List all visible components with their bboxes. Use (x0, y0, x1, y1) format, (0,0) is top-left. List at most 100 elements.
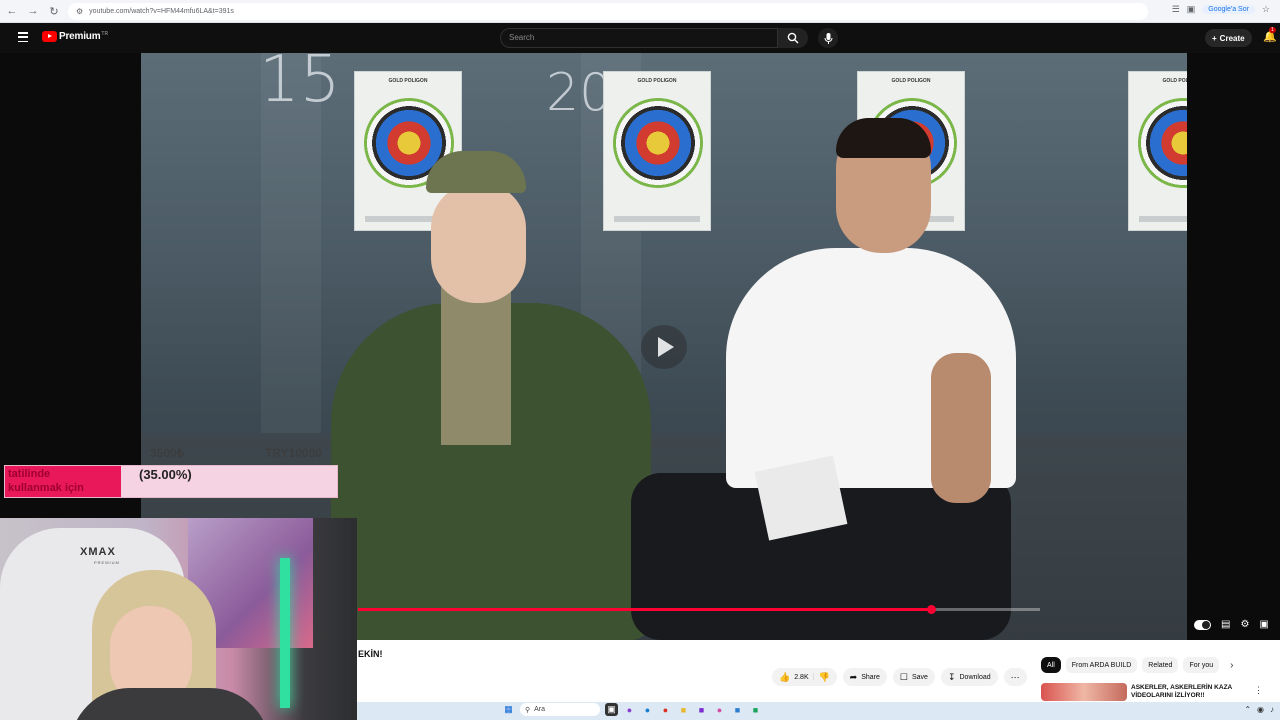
more-horizontal-icon: ⋯ (1010, 671, 1020, 682)
recommended-thumbnail[interactable] (1041, 683, 1127, 701)
target-header: GOLD POLIGON (388, 78, 428, 84)
voice-search-button[interactable] (818, 28, 838, 48)
youtube-logo[interactable]: Premium TR (42, 31, 108, 42)
system-tray: ⌃ ◉ ♪ (1244, 705, 1274, 714)
create-label: Create (1219, 33, 1245, 43)
taskbar-apps: ▦ ⚲ Ara ▣ ● ● ● ■ ■ ● ■ ■ (502, 703, 762, 716)
scrubber-handle[interactable] (926, 605, 936, 614)
chip-related[interactable]: Related (1142, 657, 1179, 673)
player-controls-right: ▤ ⚙ ▣ (1194, 619, 1269, 630)
target-header: GOLD POLIGON (1162, 78, 1187, 84)
chevron-up-icon[interactable]: ⌃ (1244, 705, 1251, 714)
search-button[interactable] (778, 28, 808, 48)
volume-icon[interactable]: ♪ (1270, 705, 1274, 714)
target-header: GOLD POLIGON (637, 78, 677, 84)
download-button[interactable]: ↧ Download (940, 668, 998, 686)
app-icon[interactable]: ■ (731, 703, 744, 716)
subtitles-icon[interactable]: ▤ (1221, 619, 1230, 630)
autoplay-toggle[interactable] (1194, 619, 1211, 630)
chevron-right-icon[interactable]: › (1230, 660, 1233, 671)
shooting-target: GOLD POLIGON (1128, 71, 1187, 231)
notifications-button[interactable]: 🔔 1 (1263, 27, 1277, 43)
bookmark-star-icon[interactable]: ☆ (1262, 4, 1270, 15)
address-text: youtube.com/watch?v=HFM44mfu6LA&t=391s (89, 8, 234, 15)
youtube-header: Premium TR Search + Create 🔔 1 (0, 23, 1280, 53)
task-view-icon[interactable]: ▣ (605, 703, 618, 716)
youtube-play-logo-icon (42, 31, 57, 42)
recommendation-chips: All From ARDA BUILD Related For you › (1041, 657, 1234, 673)
miniplayer-icon[interactable]: ▣ (1259, 619, 1268, 630)
chip-for-you[interactable]: For you (1183, 657, 1220, 673)
chair-sub-brand: PREMIUM (94, 560, 120, 565)
search-icon: ⚲ (525, 706, 531, 714)
forward-icon[interactable]: → (24, 2, 42, 20)
edge-browser-icon[interactable]: ● (641, 703, 654, 716)
video-progress-bar[interactable] (358, 605, 1040, 614)
like-button[interactable]: 👍 2.8K | 👎 (772, 668, 837, 686)
create-button[interactable]: + Create (1205, 29, 1252, 47)
recommended-video[interactable]: ASKERLER, ASKERLERİN KAZA VİDEOLARINI İZ… (1041, 683, 1271, 701)
browser-toolbar: ← → ↻ ⚙ youtube.com/watch?v=HFM44mfu6LA&… (0, 0, 1280, 23)
recommended-title[interactable]: ASKERLER, ASKERLERİN KAZA VİDEOLARINI İZ… (1131, 684, 1251, 700)
save-icon: ☐ (899, 671, 908, 682)
play-icon[interactable] (641, 325, 687, 369)
chip-from-channel[interactable]: From ARDA BUILD (1065, 657, 1138, 673)
more-vertical-icon[interactable]: ⋮ (1254, 685, 1263, 696)
taskbar-search[interactable]: ⚲ Ara (520, 703, 600, 716)
donation-goal-amount: TRY10000 (265, 446, 322, 460)
video-actions: 👍 2.8K | 👎 ➦ Share ☐ Save ↧ Download ⋯ (772, 668, 1027, 686)
bell-icon: 🔔 (1263, 31, 1277, 43)
reload-icon[interactable]: ↻ (45, 2, 63, 20)
save-label: Save (911, 673, 928, 681)
neon-light (280, 558, 290, 708)
search-input[interactable]: Search (500, 28, 778, 48)
chip-all[interactable]: All (1041, 657, 1061, 673)
app-icon[interactable]: ■ (749, 703, 762, 716)
taskbar-search-placeholder: Ara (534, 706, 546, 713)
like-count: 2.8K (794, 673, 809, 681)
back-icon[interactable]: ← (3, 2, 21, 20)
ask-google-button[interactable]: Google'a Sor (1202, 5, 1255, 14)
donation-goal-widget: tatilinde kullanmak için (35.00%) (4, 465, 338, 498)
install-icon[interactable]: ▣ (1187, 4, 1196, 15)
plus-icon: + (1212, 33, 1217, 43)
share-button[interactable]: ➦ Share (842, 668, 887, 686)
windows-taskbar: ▦ ⚲ Ara ▣ ● ● ● ■ ■ ● ■ ■ ⌃ ◉ ♪ (357, 702, 1280, 720)
donation-text-line1: tatilinde (8, 468, 51, 480)
file-explorer-icon[interactable]: ■ (677, 703, 690, 716)
donation-percent: (35.00%) (139, 467, 192, 482)
network-icon[interactable]: ◉ (1257, 705, 1264, 714)
person-left-cap (426, 151, 526, 193)
donation-text-line2: kullanmak için (8, 482, 84, 494)
dislike-icon[interactable]: 👎 (818, 672, 829, 683)
windows-start-icon[interactable]: ▦ (502, 703, 515, 716)
chair-brand: XMAX (80, 546, 116, 558)
chrome-browser-icon[interactable]: ● (659, 703, 672, 716)
save-button[interactable]: ☐ Save (892, 668, 935, 686)
app-icon[interactable]: ■ (695, 703, 708, 716)
logo-text: Premium (59, 31, 101, 42)
share-icon: ➦ (849, 671, 858, 682)
app-icon[interactable]: ● (623, 703, 636, 716)
person-right-arm (931, 353, 991, 503)
person-left-head (431, 183, 526, 303)
translate-icon[interactable]: ☰ (1172, 4, 1180, 15)
shooting-target: GOLD POLIGON (603, 71, 711, 231)
notification-count: 1 (1269, 27, 1276, 33)
logo-region: TR (101, 30, 109, 37)
settings-gear-icon[interactable]: ⚙ (1240, 619, 1249, 630)
app-icon[interactable]: ● (713, 703, 726, 716)
search-icon (787, 32, 799, 44)
video-title: EKİN! (358, 649, 383, 659)
site-info-icon[interactable]: ⚙ (76, 7, 83, 16)
download-icon: ↧ (947, 671, 956, 682)
more-actions-button[interactable]: ⋯ (1003, 668, 1027, 686)
target-rings (613, 98, 703, 188)
like-icon: 👍 (779, 671, 791, 682)
menu-icon[interactable] (18, 32, 28, 42)
webcam-overlay: XMAX PREMIUM (0, 518, 357, 720)
person-left-shirt (441, 285, 511, 445)
address-bar[interactable]: ⚙ youtube.com/watch?v=HFM44mfu6LA&t=391s (68, 3, 1148, 20)
download-label: Download (959, 673, 991, 681)
share-label: Share (861, 673, 880, 681)
